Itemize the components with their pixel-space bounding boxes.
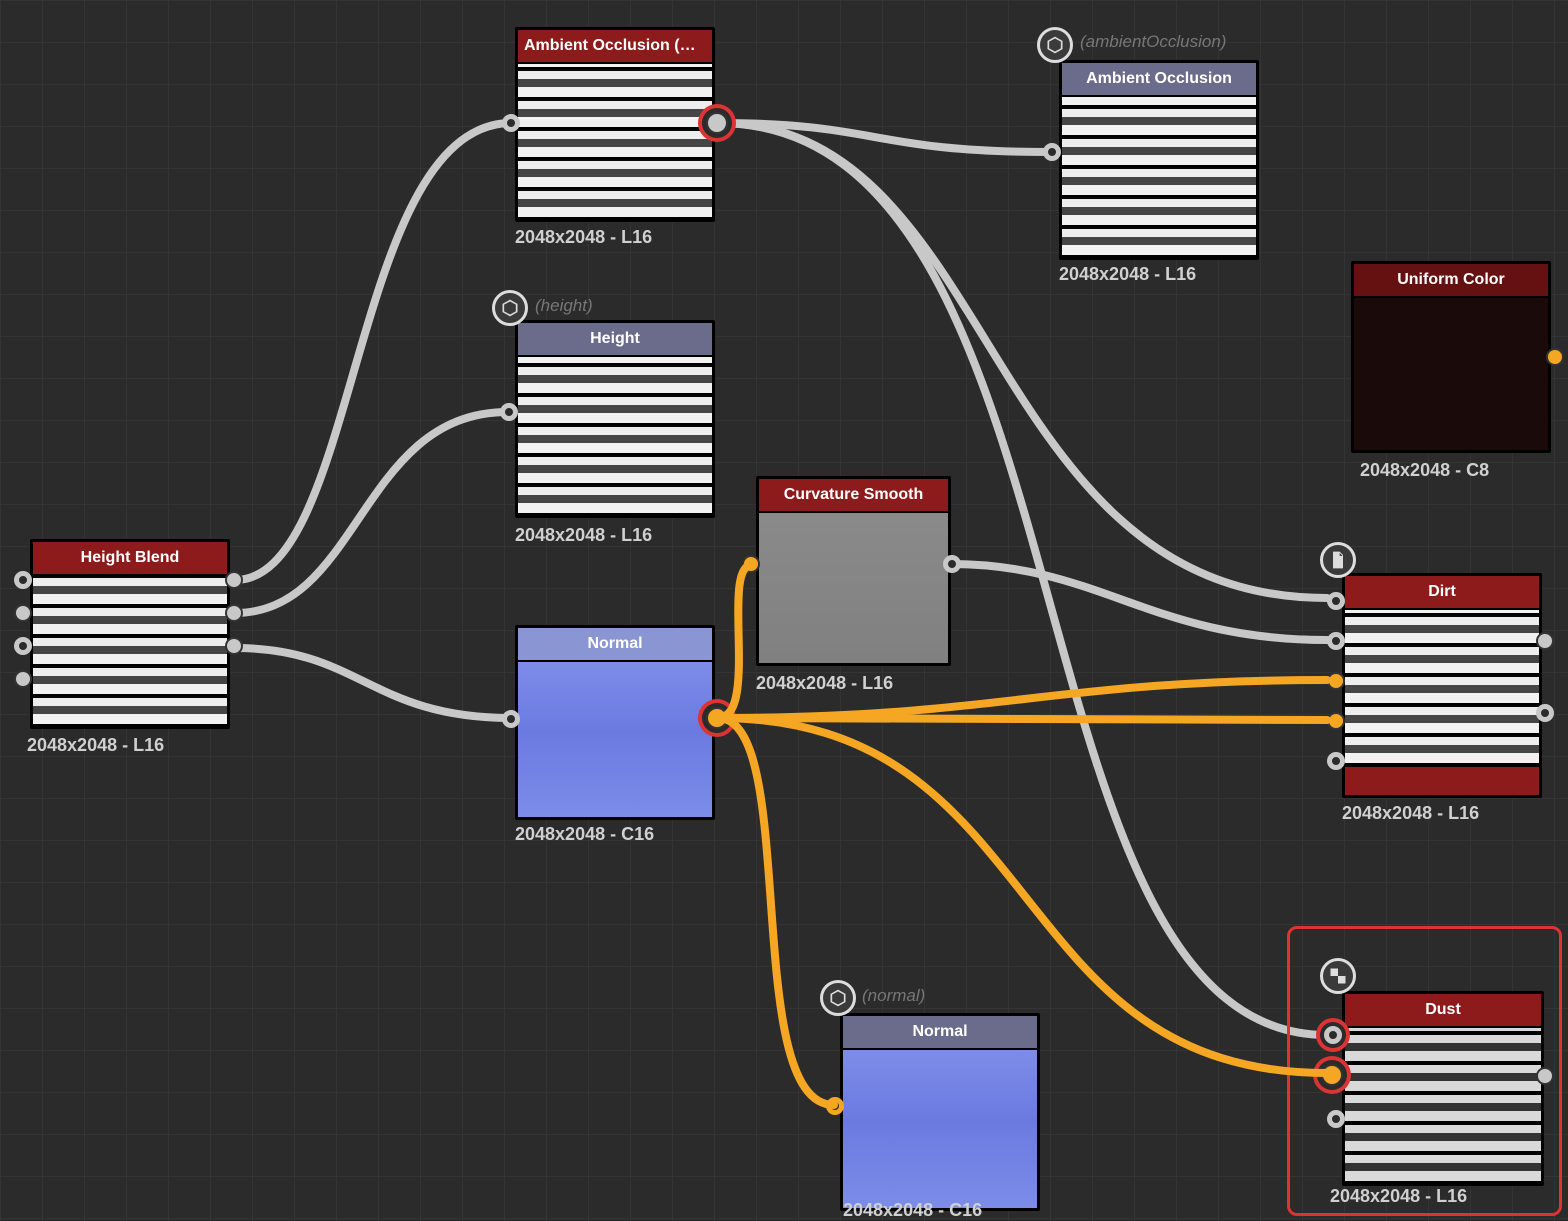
output-port[interactable]: [1536, 1067, 1554, 1085]
node-footer: [1345, 765, 1539, 795]
input-port[interactable]: [14, 571, 32, 589]
node-resolution: 2048x2048 - L16: [1330, 1186, 1467, 1207]
input-port[interactable]: [1327, 1110, 1345, 1128]
input-port[interactable]: [502, 114, 520, 132]
input-port[interactable]: [1327, 592, 1345, 610]
node-resolution: 2048x2048 - L16: [756, 673, 893, 694]
node-resolution: 2048x2048 - C16: [515, 824, 654, 845]
node-preview: [33, 576, 227, 726]
node-normal-output[interactable]: Normal: [840, 1013, 1040, 1211]
node-title: Ambient Occlusion: [1062, 63, 1256, 97]
node-title: Height Blend: [33, 542, 227, 576]
input-port[interactable]: [1043, 143, 1061, 161]
output-port[interactable]: [225, 604, 243, 622]
node-resolution: 2048x2048 - L16: [1059, 264, 1196, 285]
input-port[interactable]: [14, 637, 32, 655]
input-port-color-selected[interactable]: [1321, 1064, 1343, 1086]
output-tag: (height): [535, 296, 593, 316]
checker-icon: [1320, 958, 1356, 994]
node-title: Height: [518, 323, 712, 357]
output-port[interactable]: [943, 555, 961, 573]
cube-icon: [820, 980, 856, 1016]
node-title: Ambient Occlusion (HB...: [518, 30, 712, 64]
node-ambient-occlusion-output[interactable]: Ambient Occlusion: [1059, 60, 1259, 260]
output-port[interactable]: [225, 637, 243, 655]
node-uniform-color[interactable]: Uniform Color: [1351, 261, 1551, 453]
node-resolution: 2048x2048 - L16: [515, 525, 652, 546]
node-title: Curvature Smooth: [759, 479, 948, 513]
input-port-color[interactable]: [826, 1097, 844, 1115]
node-preview: [843, 1050, 1037, 1208]
input-port-color[interactable]: [1327, 672, 1345, 690]
node-title: Uniform Color: [1354, 264, 1548, 298]
node-title: Normal: [843, 1016, 1037, 1050]
node-preview: [1345, 610, 1539, 765]
input-port[interactable]: [1327, 752, 1345, 770]
output-port[interactable]: [1536, 704, 1554, 722]
node-resolution: 2048x2048 - L16: [515, 227, 652, 248]
output-tag: (ambientOcclusion): [1080, 32, 1226, 52]
output-port-selected[interactable]: [706, 112, 728, 134]
cube-icon: [1037, 27, 1073, 63]
node-preview: [759, 513, 948, 663]
node-resolution: 2048x2048 - C8: [1360, 460, 1489, 481]
input-port[interactable]: [500, 403, 518, 421]
node-resolution: 2048x2048 - L16: [27, 735, 164, 756]
node-dust[interactable]: Dust: [1342, 991, 1544, 1186]
node-preview: [1062, 97, 1256, 257]
input-port-selected[interactable]: [1324, 1026, 1342, 1044]
node-title: Normal: [518, 628, 712, 662]
input-port[interactable]: [1327, 632, 1345, 650]
node-dirt[interactable]: Dirt: [1342, 573, 1542, 798]
output-port[interactable]: [1536, 632, 1554, 650]
node-preview: [1354, 298, 1548, 450]
node-title: Dust: [1345, 994, 1541, 1028]
node-curvature-smooth[interactable]: Curvature Smooth: [756, 476, 951, 666]
node-resolution: 2048x2048 - C16: [843, 1200, 982, 1221]
input-port[interactable]: [14, 670, 32, 688]
node-ambient-occlusion-hb[interactable]: Ambient Occlusion (HB...: [515, 27, 715, 222]
node-height-output[interactable]: Height: [515, 320, 715, 518]
node-preview: [1345, 1028, 1541, 1183]
input-port-color[interactable]: [1327, 712, 1345, 730]
node-preview: [518, 662, 712, 817]
output-port[interactable]: [225, 571, 243, 589]
input-port[interactable]: [14, 604, 32, 622]
node-title: Dirt: [1345, 576, 1539, 610]
cube-icon: [492, 290, 528, 326]
node-preview: [518, 357, 712, 515]
input-port-color[interactable]: [742, 555, 760, 573]
node-height-blend[interactable]: Height Blend: [30, 539, 230, 729]
node-resolution: 2048x2048 - L16: [1342, 803, 1479, 824]
node-preview: [518, 64, 712, 219]
document-icon: [1320, 542, 1356, 578]
input-port[interactable]: [502, 710, 520, 728]
output-tag: (normal): [862, 986, 925, 1006]
output-port-color-selected[interactable]: [706, 707, 728, 729]
node-normal[interactable]: Normal: [515, 625, 715, 820]
output-port-color[interactable]: [1546, 348, 1564, 366]
